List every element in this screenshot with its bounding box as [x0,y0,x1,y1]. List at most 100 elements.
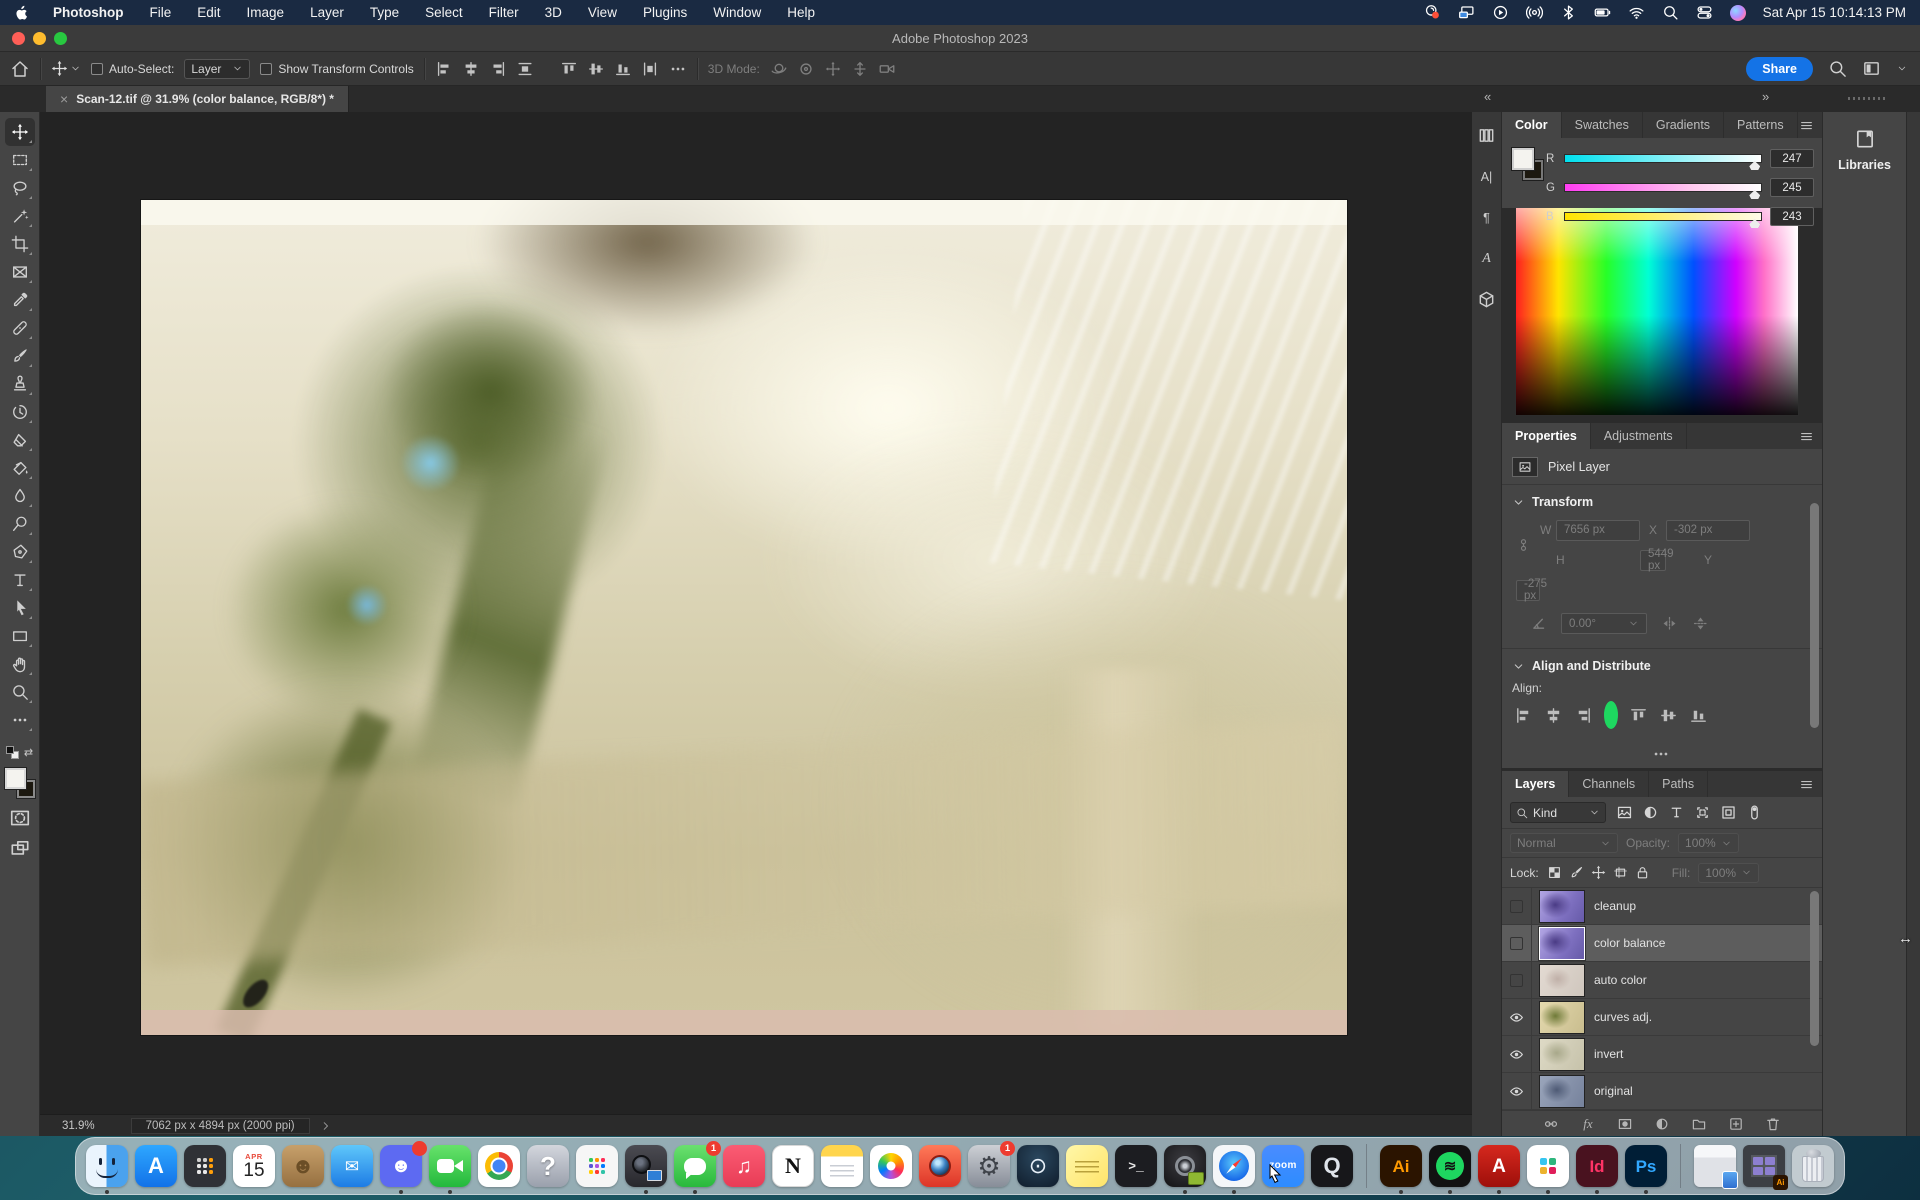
g-slider-knob[interactable] [1749,190,1760,199]
layer-name[interactable]: invert [1594,1047,1623,1061]
layer-thumbnail[interactable] [1540,928,1584,959]
menu-type[interactable]: Type [370,5,399,20]
dock-notes[interactable] [821,1145,863,1187]
layer-name[interactable]: auto color [1594,973,1647,987]
checkbox[interactable] [260,63,272,75]
lasso-tool[interactable] [5,174,35,202]
dock-google-chrome[interactable] [478,1145,520,1187]
brush-tool[interactable] [5,342,35,370]
width-field[interactable]: 7656 px [1556,520,1640,541]
default-colors-icon[interactable] [6,746,19,759]
layer-thumbnail[interactable] [1540,965,1584,996]
more-align-icon[interactable] [1652,745,1670,763]
bluetooth-icon[interactable] [1560,4,1577,21]
zoom-level-field[interactable]: 31.9% [62,1120,95,1132]
battery-icon[interactable] [1594,4,1611,21]
move-small-icon[interactable] [1591,865,1606,880]
history-brush-tool[interactable] [5,398,35,426]
frame-tool[interactable] [5,258,35,286]
chevron-down-icon[interactable] [1896,63,1908,74]
color-spectrum[interactable] [1516,208,1798,415]
pixel-filter-icon[interactable] [1616,804,1633,821]
document-tab[interactable]: × Scan-12.tif @ 31.9% (color balance, RG… [46,86,349,112]
foreground-background-swatches[interactable] [5,768,35,798]
r-slider-knob[interactable] [1749,161,1760,170]
airdrop-icon[interactable] [1526,4,1543,21]
path-selection-tool[interactable] [5,594,35,622]
wifi-icon[interactable] [1628,4,1645,21]
record-icon[interactable] [1424,4,1441,21]
camera-3d-icon[interactable] [878,60,896,78]
swap-colors-icon[interactable]: ⇄ [24,746,33,759]
home-icon[interactable] [10,59,30,79]
show-transform-checkbox[interactable]: Show Transform Controls [260,62,413,76]
dock-adobe-photoshop[interactable]: Ps [1625,1145,1667,1187]
foreground-color-swatch[interactable] [1512,148,1534,170]
distribute-v-icon[interactable] [641,60,659,78]
layer-thumbnail[interactable] [1540,1002,1584,1033]
materials-panel-icon[interactable] [1477,290,1496,309]
tab-libraries[interactable]: Libraries [1823,112,1906,172]
fx-icon[interactable]: fx [1580,1116,1596,1132]
edit-toolbar-button[interactable] [5,706,35,734]
dock-launchpad[interactable] [576,1145,618,1187]
shape-tool[interactable] [5,622,35,650]
dock-mail[interactable]: ✉ [331,1145,373,1187]
close-tab-icon[interactable]: × [60,91,68,107]
current-tool-indicator[interactable] [51,60,81,77]
tab-paths[interactable]: Paths [1649,771,1708,797]
dock-trash[interactable] [1792,1145,1834,1187]
dock-audio-app[interactable] [1164,1145,1206,1187]
tab-swatches[interactable]: Swatches [1562,112,1643,138]
columns-panel-icon[interactable] [1477,126,1496,145]
dock-photos[interactable] [870,1145,912,1187]
align-top-icon[interactable] [560,60,578,78]
b-value-field[interactable]: 243 [1770,207,1814,226]
tab-color[interactable]: Color [1502,112,1562,138]
adjustment-icon[interactable] [1654,1116,1670,1132]
dock-messages[interactable]: 1 [674,1145,716,1187]
search-icon[interactable] [1662,4,1679,21]
trash-icon[interactable] [1765,1116,1781,1132]
visibility-toggle[interactable] [1502,1073,1532,1109]
zoom-tool[interactable] [5,678,35,706]
visibility-toggle[interactable] [1502,1036,1532,1072]
filter-toggle-icon[interactable] [1746,804,1763,821]
dock-camera[interactable] [625,1145,667,1187]
flip-vertical-icon[interactable] [1692,615,1709,632]
r-value-field[interactable]: 247 [1770,149,1814,168]
layer-name[interactable]: original [1594,1084,1633,1098]
dock-notion[interactable]: N [772,1145,814,1187]
dock-adobe-indesign[interactable]: Id [1576,1145,1618,1187]
y-field[interactable]: -275 px [1516,580,1540,601]
layer-row-invert[interactable]: invert [1502,1036,1822,1073]
panel-menu-icon[interactable] [1799,429,1814,444]
dock-adobe-illustrator[interactable]: Ai [1380,1145,1422,1187]
dock-minimized-window[interactable] [1694,1145,1736,1187]
menu-select[interactable]: Select [425,5,463,20]
tab-gradients[interactable]: Gradients [1643,112,1724,138]
x-field[interactable]: -302 px [1666,520,1750,541]
dock-spotify[interactable]: ≋ [1429,1145,1471,1187]
brush-small-icon[interactable] [1569,865,1584,880]
menu-file[interactable]: File [150,5,172,20]
dock-safari[interactable] [1213,1145,1255,1187]
layer-row-color-balance[interactable]: color balance [1502,925,1822,962]
align-bottom-icon[interactable] [1689,706,1708,725]
align-v-center-icon[interactable] [587,60,605,78]
menu-3d[interactable]: 3D [545,5,562,20]
align-left-icon[interactable] [1514,706,1533,725]
checker-icon[interactable] [1547,865,1562,880]
eyedropper-tool[interactable] [5,286,35,314]
visibility-toggle[interactable] [1502,888,1532,924]
swap-colors-control[interactable]: ⇄ [6,746,33,759]
pan-3d-icon[interactable] [824,60,842,78]
tab-patterns[interactable]: Patterns [1724,112,1798,138]
dock-contacts[interactable]: ☻ [282,1145,324,1187]
siri-icon[interactable] [1730,5,1746,21]
dock-stickies[interactable] [1066,1145,1108,1187]
dock-quicktime-player[interactable]: Q [1311,1145,1353,1187]
link-h-icon[interactable] [1543,1116,1559,1132]
share-button[interactable]: Share [1746,57,1813,81]
align-right-icon[interactable] [489,60,507,78]
